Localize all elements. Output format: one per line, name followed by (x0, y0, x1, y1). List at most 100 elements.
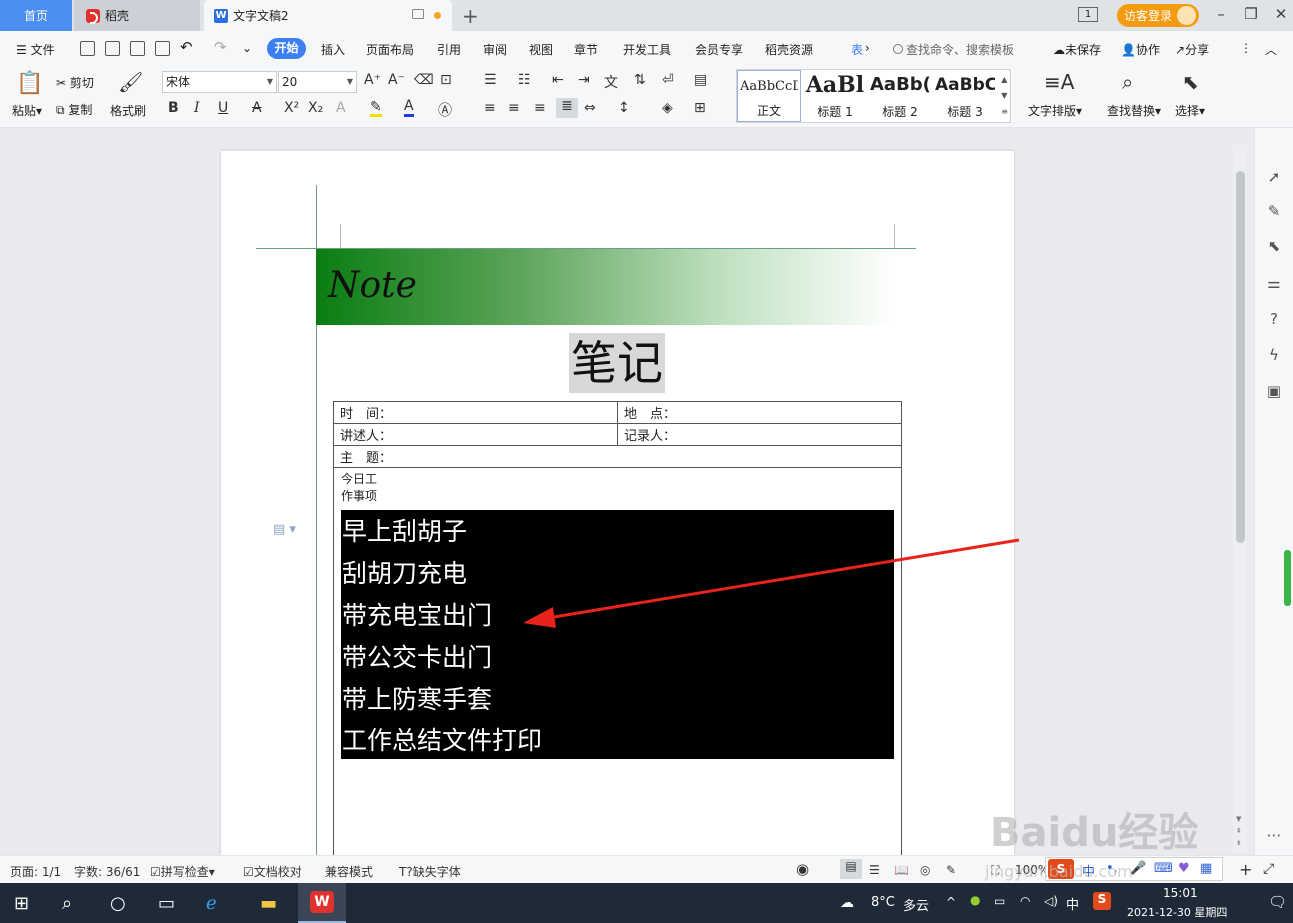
work-items-cell[interactable]: 今日工 作事项 早上刮胡子 刮胡刀充电 带充电宝出门 带公交卡出门 带上防寒手套… (333, 467, 902, 871)
more-options-icon[interactable]: ⋮ (1240, 41, 1252, 55)
font-name-select[interactable]: 宋体 ▼ (162, 71, 277, 93)
menu-insert[interactable]: 插入 (321, 41, 345, 58)
fullscreen-icon[interactable]: ⤢ (1263, 861, 1274, 877)
menu-references[interactable]: 引用 (437, 41, 461, 58)
task-item[interactable]: 刮胡刀充电 (342, 554, 467, 590)
tab-document[interactable]: W 文字文稿2 (204, 0, 452, 31)
task-item[interactable]: 带充电宝出门 (342, 596, 492, 632)
wps-taskbar-button[interactable]: W (298, 883, 346, 923)
menu-review[interactable]: 审阅 (483, 41, 507, 58)
page-view-icon[interactable]: ▤ (840, 859, 862, 879)
strikethrough-icon[interactable]: A (252, 100, 262, 116)
align-right-icon[interactable]: ≡ (534, 100, 546, 116)
tray-expand-icon[interactable]: ^ (946, 895, 956, 909)
new-tab-button[interactable]: + (462, 4, 479, 28)
task-list-selected[interactable]: 早上刮胡子 刮胡刀充电 带充电宝出门 带公交卡出门 带上防寒手套 工作总结文件打… (341, 510, 894, 759)
decrease-font-icon[interactable]: A⁻ (388, 72, 405, 88)
text-effects-icon[interactable]: ⊡ (440, 72, 452, 88)
recorder-cell[interactable]: 记录人： (617, 423, 902, 446)
doc-check-button[interactable]: ☑文档校对 (243, 863, 302, 880)
save-icon[interactable] (80, 41, 95, 56)
task-item[interactable]: 早上刮胡子 (342, 512, 467, 548)
find-replace-icon[interactable]: ⌕ (1122, 70, 1133, 94)
task-item[interactable]: 工作总结文件打印 (342, 721, 542, 757)
skin-icon[interactable]: ♥ (1178, 861, 1190, 876)
document-page[interactable]: Note 笔记 时 间： 地 点： 讲述人： 记录人： 主 题： 今日工 作事项… (221, 151, 1014, 871)
italic-icon[interactable]: I (194, 100, 200, 116)
read-view-icon[interactable]: 📖 (894, 863, 909, 877)
share-button[interactable]: ↗分享 (1175, 41, 1209, 58)
clock-date[interactable]: 2021-12-30 星期四 (1127, 904, 1227, 920)
style-normal[interactable]: AaBbCcDd 正文 (737, 70, 801, 122)
menu-developer[interactable]: 开发工具 (623, 41, 671, 58)
weather-cloud-icon[interactable]: ☁ (840, 895, 854, 911)
cortana-icon[interactable]: ○ (110, 893, 126, 914)
file-explorer-icon[interactable]: ▬ (260, 893, 277, 914)
pen-icon[interactable]: ✎ (1264, 202, 1284, 222)
clear-format-icon[interactable]: ⌫ (414, 72, 434, 88)
adjust-icon[interactable]: ⚌ (1264, 274, 1284, 294)
paste-button[interactable]: 粘贴▾ (12, 102, 42, 119)
style-heading-3[interactable]: AaBbC 标题 3 (933, 70, 997, 122)
wifi-icon[interactable]: ◠ (1020, 894, 1030, 908)
scrollbar-thumb[interactable] (1236, 171, 1245, 543)
write-view-icon[interactable]: ✎ (946, 863, 956, 877)
guest-login-button[interactable]: 访客登录 (1117, 4, 1199, 27)
cut-button[interactable]: ✂ 剪切 (56, 74, 94, 91)
rocket-icon[interactable]: ➚ (1264, 168, 1284, 188)
align-left-icon[interactable]: ≡ (484, 100, 496, 116)
print-preview-icon[interactable] (155, 41, 170, 56)
tab-home[interactable]: 首页 (0, 0, 72, 31)
text-direction-icon[interactable]: ⇅ (634, 72, 646, 88)
unsaved-button[interactable]: ☁未保存 (1053, 41, 1101, 58)
format-painter-button[interactable]: 格式刷 (110, 102, 146, 119)
bullet-list-icon[interactable]: ☰ (484, 72, 497, 88)
gallery-scroll-icon[interactable]: ▲ ▼ ≡ (1001, 72, 1008, 120)
ime-language[interactable]: 中 (1066, 894, 1079, 913)
next-page-icon[interactable]: ⇟ (1236, 839, 1242, 847)
speaker-cell[interactable]: 讲述人： (333, 423, 618, 446)
justify-icon[interactable]: ≣ (556, 98, 578, 118)
toolbox-icon[interactable]: ▦ (1200, 861, 1212, 876)
ruler-icon[interactable]: ▤ (694, 72, 707, 88)
text-layout-icon[interactable]: ≡A (1044, 70, 1074, 94)
file-menu[interactable]: ☰ 文件 (16, 41, 55, 58)
minimize-icon[interactable]: – (1211, 5, 1231, 25)
keyboard-icon[interactable]: ⌨ (1154, 861, 1173, 876)
document-title[interactable]: 笔记 (569, 333, 665, 393)
weather-desc[interactable]: 多云 (903, 895, 929, 914)
task-view-icon[interactable]: ▭ (158, 893, 175, 914)
borders-icon[interactable]: ⊞ (694, 100, 706, 116)
network-icon[interactable]: ▭ (994, 894, 1005, 908)
word-count[interactable]: 字数: 36/61 (74, 863, 140, 880)
menu-start[interactable]: 开始 (267, 38, 306, 59)
increase-font-icon[interactable]: A⁺ (364, 72, 381, 88)
tab-daoke[interactable]: 稻壳 (74, 0, 200, 31)
chinese-layout-icon[interactable]: 文 (604, 72, 618, 92)
bold-icon[interactable]: B (168, 100, 179, 116)
distribute-icon[interactable]: ⇔ (584, 100, 596, 116)
paragraph-handle-icon[interactable]: ▤ ▾ (273, 522, 296, 537)
side-slider-handle[interactable] (1284, 550, 1291, 606)
menu-view[interactable]: 视图 (529, 41, 553, 58)
text-style-icon[interactable]: A (336, 100, 346, 116)
show-marks-icon[interactable]: ⏎ (662, 72, 674, 88)
select-cursor-icon[interactable]: ⬉ (1182, 70, 1199, 94)
text-layout-button[interactable]: 文字排版▾ (1028, 102, 1082, 119)
increase-indent-icon[interactable]: ⇥ (578, 72, 590, 88)
sogou-tray-icon[interactable]: S (1093, 892, 1111, 910)
weather-temp[interactable]: 8°C (871, 895, 895, 910)
font-color-icon[interactable]: A (404, 98, 414, 117)
command-search[interactable]: 查找命令、搜索模板 (893, 41, 1014, 58)
style-heading-1[interactable]: AaBl 标题 1 (803, 70, 867, 122)
undo-icon[interactable]: ↶ (180, 38, 193, 56)
underline-icon[interactable]: U (218, 100, 228, 116)
menu-section[interactable]: 章节 (574, 41, 598, 58)
task-item[interactable]: 带公交卡出门 (342, 638, 492, 674)
vertical-scrollbar[interactable]: ▼ ⇞ ⇟ (1233, 145, 1247, 853)
outline-view-icon[interactable]: ☰ (869, 863, 880, 877)
topic-cell[interactable]: 主 题： (333, 445, 902, 468)
web-view-icon[interactable]: ◎ (920, 863, 930, 877)
monitor-icon[interactable] (412, 9, 424, 19)
restore-icon[interactable]: ❐ (1241, 5, 1261, 25)
